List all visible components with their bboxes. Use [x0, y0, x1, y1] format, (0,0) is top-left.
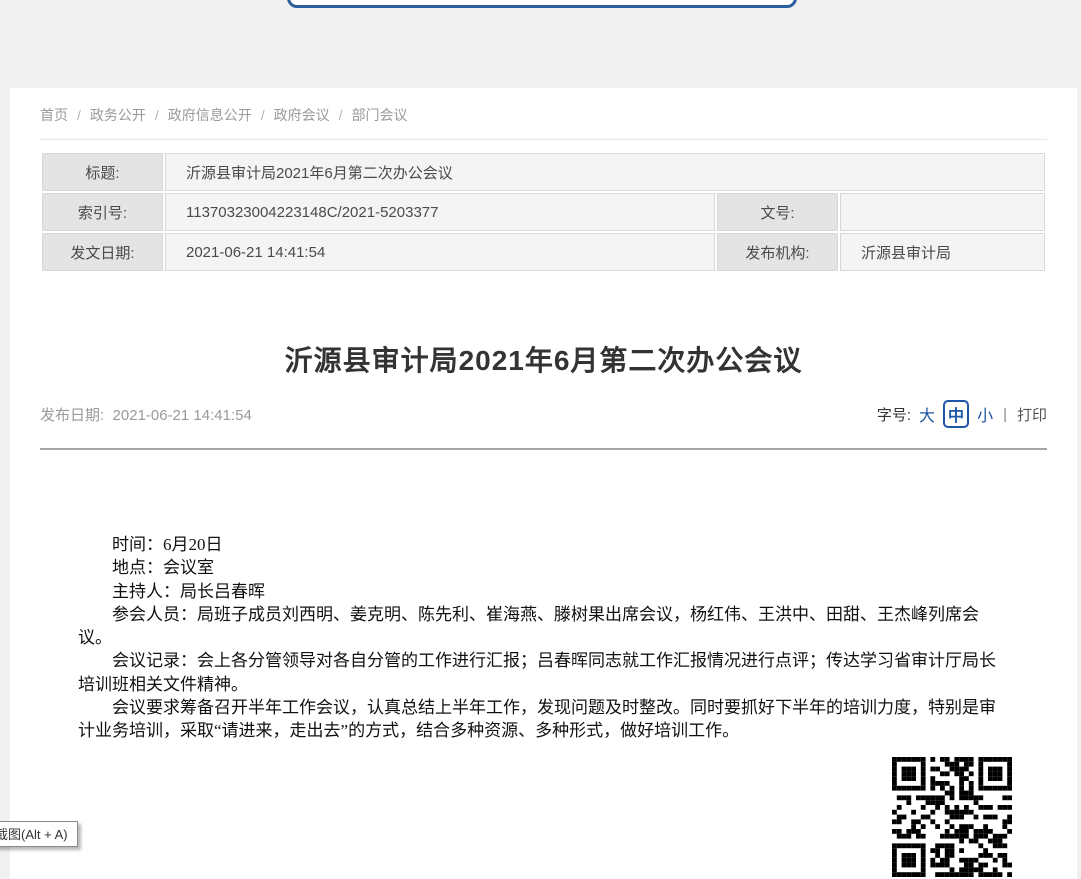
font-size-medium-button[interactable]: 中 — [943, 400, 969, 428]
screenshot-tooltip: 截图(Alt + A) — [0, 821, 78, 847]
article-paragraph: 会议记录：会上各分管领导对各自分管的工作进行汇报；吕春晖同志就工作汇报情况进行点… — [78, 649, 1003, 696]
meta-index-value: 11370323004223148C/2021-5203377 — [165, 193, 715, 231]
font-size-label: 字号: — [877, 404, 911, 425]
breadcrumb-separator: / — [77, 107, 81, 123]
table-row: 索引号: 11370323004223148C/2021-5203377 文号: — [42, 193, 1045, 231]
divider — [40, 448, 1047, 450]
article-paragraph: 时间：6月20日 — [78, 533, 1003, 556]
page-title: 沂源县审计局2021年6月第二次办公会议 — [40, 339, 1047, 379]
breadcrumb-home[interactable]: 首页 — [40, 107, 68, 123]
breadcrumb-dept-meetings[interactable]: 部门会议 — [352, 107, 408, 123]
search-input[interactable] — [287, 0, 797, 8]
article-toolbar: 发布日期: 2021-06-21 14:41:54 字号: 大 中 小 | 打印 — [40, 400, 1047, 428]
breadcrumb-separator: / — [261, 107, 265, 123]
document-meta-table: 标题: 沂源县审计局2021年6月第二次办公会议 索引号: 1137032300… — [40, 151, 1047, 273]
meta-org-value: 沂源县审计局 — [840, 233, 1045, 271]
breadcrumb-separator: / — [339, 107, 343, 123]
publish-date-label: 发布日期: — [40, 407, 104, 424]
article-paragraph: 参会人员：局班子成员刘西明、姜克明、陈先利、崔海燕、滕树果出席会议，杨红伟、王洪… — [78, 603, 1003, 650]
publish-date-value: 2021-06-21 14:41:54 — [113, 407, 252, 424]
meta-title-label: 标题: — [42, 153, 163, 191]
meta-date-value: 2021-06-21 14:41:54 — [165, 233, 715, 271]
qr-code — [40, 757, 1047, 879]
divider: | — [1003, 406, 1007, 423]
font-size-large-button[interactable]: 大 — [919, 402, 935, 426]
font-size-controls: 字号: 大 中 小 | 打印 — [877, 400, 1047, 428]
article-paragraph: 会议要求筹备召开半年工作会议，认真总结上半年工作，发现问题及时整改。同时要抓好下… — [78, 696, 1003, 743]
breadcrumb-open-gov[interactable]: 政务公开 — [90, 107, 146, 123]
breadcrumb-separator: / — [155, 107, 159, 123]
breadcrumb-gov-info[interactable]: 政府信息公开 — [168, 107, 252, 123]
content-card: 首页 / 政务公开 / 政府信息公开 / 政府会议 / 部门会议 标题: 沂源县审计局2021年… — [10, 88, 1077, 879]
meta-date-label: 发文日期: — [42, 233, 163, 271]
breadcrumb-gov-meetings[interactable]: 政府会议 — [274, 107, 330, 123]
meta-docno-label: 文号: — [717, 193, 838, 231]
font-size-small-button[interactable]: 小 — [977, 402, 993, 426]
meta-title-value: 沂源县审计局2021年6月第二次办公会议 — [165, 153, 1045, 191]
meta-docno-value — [840, 193, 1045, 231]
print-button[interactable]: 打印 — [1017, 404, 1047, 425]
publish-date: 发布日期: 2021-06-21 14:41:54 — [40, 404, 252, 425]
table-row: 标题: 沂源县审计局2021年6月第二次办公会议 — [42, 153, 1045, 191]
meta-index-label: 索引号: — [42, 193, 163, 231]
article-paragraph: 地点：会议室 — [78, 556, 1003, 579]
meta-org-label: 发布机构: — [717, 233, 838, 271]
article-body: 时间：6月20日 地点：会议室 主持人：局长吕春晖 参会人员：局班子成员刘西明、… — [40, 533, 1047, 743]
breadcrumb: 首页 / 政务公开 / 政府信息公开 / 政府会议 / 部门会议 — [40, 105, 1047, 140]
article-paragraph: 主持人：局长吕春晖 — [78, 580, 1003, 603]
table-row: 发文日期: 2021-06-21 14:41:54 发布机构: 沂源县审计局 — [42, 233, 1045, 271]
